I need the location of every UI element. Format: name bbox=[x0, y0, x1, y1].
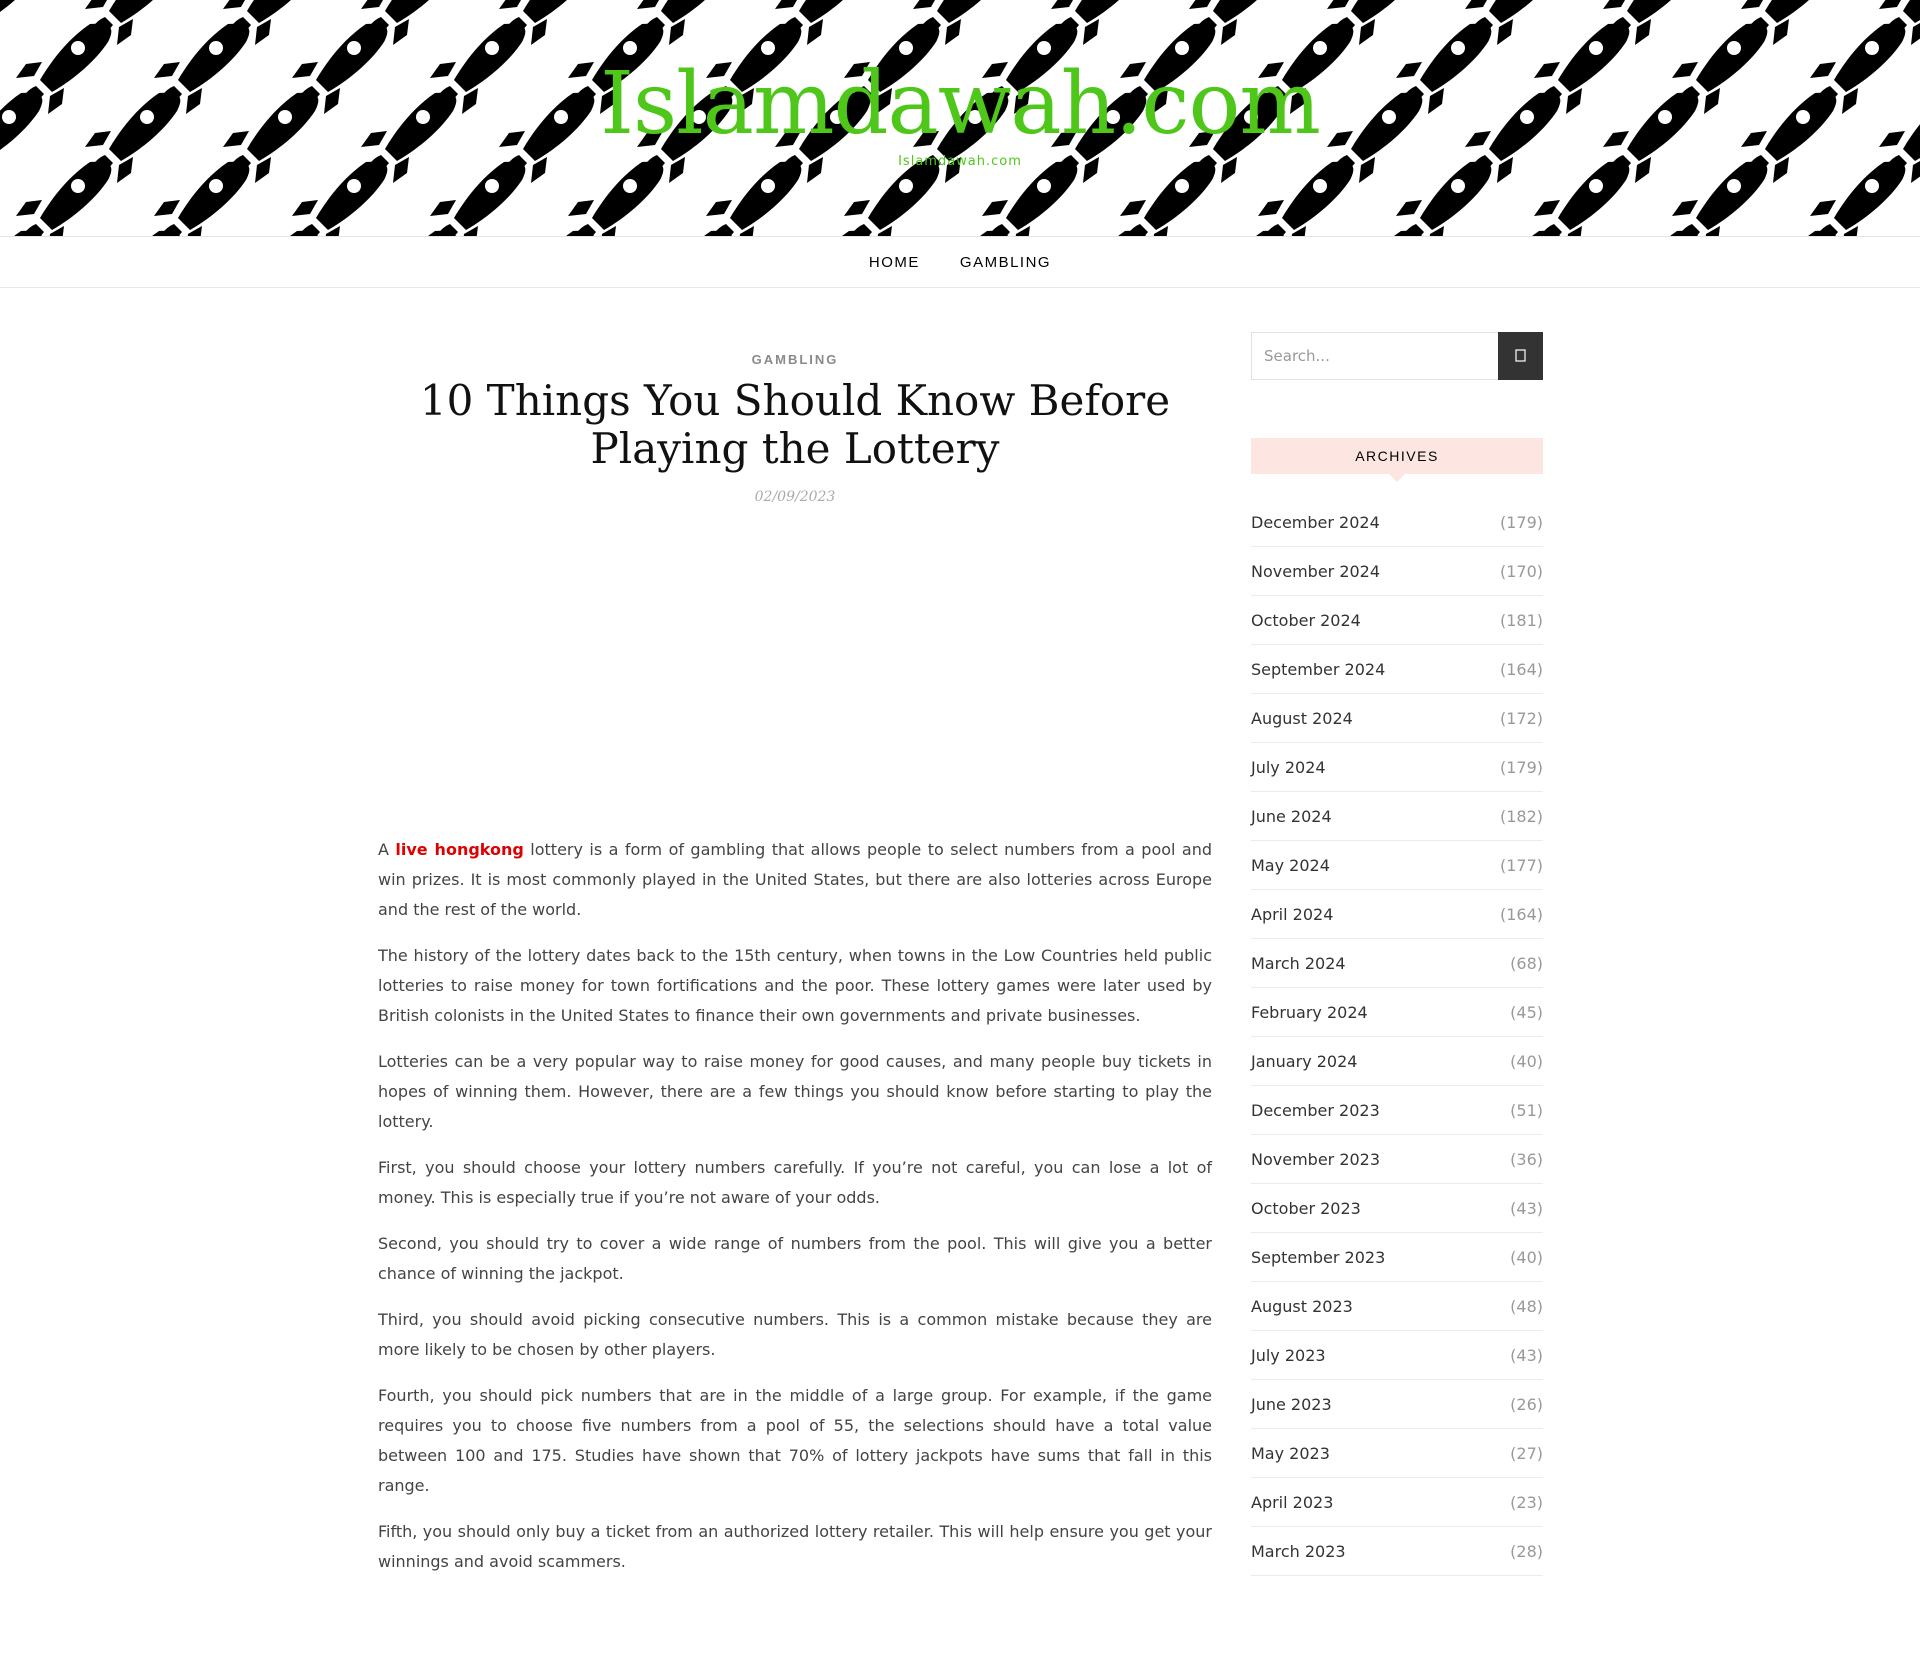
search-form: Search... bbox=[1251, 332, 1543, 380]
archive-item[interactable]: April 2024 (164) bbox=[1251, 890, 1543, 939]
archive-item[interactable]: September 2024 (164) bbox=[1251, 645, 1543, 694]
search-button[interactable] bbox=[1498, 332, 1543, 380]
archive-count: (179) bbox=[1499, 757, 1543, 777]
post-paragraph: First, you should choose your lottery nu… bbox=[378, 1158, 1212, 1207]
archive-item[interactable]: July 2023 (43) bbox=[1251, 1331, 1543, 1380]
archive-item[interactable]: April 2023 (23) bbox=[1251, 1478, 1543, 1527]
archive-count: (48) bbox=[1510, 1296, 1543, 1316]
archive-item[interactable]: May 2024 (177) bbox=[1251, 841, 1543, 890]
archive-month[interactable]: January 2024 bbox=[1251, 1052, 1357, 1071]
archive-count: (51) bbox=[1510, 1100, 1543, 1120]
archive-month[interactable]: June 2023 bbox=[1251, 1395, 1332, 1414]
archive-count: (43) bbox=[1510, 1198, 1543, 1218]
archive-count: (170) bbox=[1499, 561, 1543, 581]
archive-count: (27) bbox=[1510, 1443, 1543, 1463]
archive-item[interactable]: January 2024 (40) bbox=[1251, 1037, 1543, 1086]
archive-month[interactable]: September 2024 bbox=[1251, 660, 1385, 679]
archive-count: (68) bbox=[1510, 953, 1543, 973]
archive-item[interactable]: October 2023 (43) bbox=[1251, 1184, 1543, 1233]
archive-month[interactable]: March 2023 bbox=[1251, 1542, 1346, 1561]
post-date: 02/09/2023 bbox=[754, 489, 836, 505]
post-category[interactable]: GAMBLING bbox=[378, 352, 1212, 367]
live-hongkong-link[interactable]: live hongkong bbox=[395, 840, 523, 859]
archive-count: (40) bbox=[1510, 1051, 1543, 1071]
post-paragraph: Fifth, you should only buy a ticket from… bbox=[378, 1522, 1212, 1571]
archive-month[interactable]: September 2023 bbox=[1251, 1248, 1385, 1267]
ad-placeholder bbox=[378, 505, 1212, 835]
archive-month[interactable]: August 2024 bbox=[1251, 709, 1353, 728]
nav-item-gambling[interactable]: GAMBLING bbox=[960, 254, 1051, 271]
main-content: GAMBLING 10 Things You Should Know Befor… bbox=[378, 332, 1212, 1593]
post-paragraph: A live hongkong lottery is a form of gam… bbox=[378, 835, 1212, 925]
archive-month[interactable]: April 2024 bbox=[1251, 905, 1333, 924]
site-header: Islamdawah.com Islamdawah.com bbox=[0, 0, 1920, 237]
post-paragraph: Lotteries can be a very popular way to r… bbox=[378, 1052, 1212, 1131]
archive-count: (26) bbox=[1510, 1394, 1543, 1414]
archive-count: (179) bbox=[1499, 512, 1543, 532]
archive-item[interactable]: July 2024 (179) bbox=[1251, 743, 1543, 792]
site-title[interactable]: Islamdawah.com bbox=[0, 56, 1920, 152]
archive-month[interactable]: June 2024 bbox=[1251, 807, 1332, 826]
post-paragraph: Fourth, you should pick numbers that are… bbox=[378, 1386, 1212, 1495]
archive-month[interactable]: October 2023 bbox=[1251, 1199, 1361, 1218]
archive-count: (40) bbox=[1510, 1247, 1543, 1267]
archive-item[interactable]: May 2023 (27) bbox=[1251, 1429, 1543, 1478]
archive-month[interactable]: November 2023 bbox=[1251, 1150, 1380, 1169]
archive-month[interactable]: November 2024 bbox=[1251, 562, 1380, 581]
archive-item[interactable]: March 2023 (28) bbox=[1251, 1527, 1543, 1576]
post-body: A live hongkong lottery is a form of gam… bbox=[378, 835, 1212, 1577]
archive-item[interactable]: August 2024 (172) bbox=[1251, 694, 1543, 743]
site-branding: Islamdawah.com Islamdawah.com bbox=[0, 56, 1920, 169]
archive-count: (164) bbox=[1499, 659, 1543, 679]
post-paragraph: Second, you should try to cover a wide r… bbox=[378, 1234, 1212, 1283]
archive-count: (164) bbox=[1499, 904, 1543, 924]
sidebar: Search... ARCHIVES December 2024 (179) No… bbox=[1251, 332, 1543, 1576]
archive-month[interactable]: April 2023 bbox=[1251, 1493, 1333, 1512]
archive-month[interactable]: December 2024 bbox=[1251, 513, 1380, 532]
archive-item[interactable]: December 2024 (179) bbox=[1251, 498, 1543, 547]
archive-month[interactable]: July 2023 bbox=[1251, 1346, 1326, 1365]
post-title: 10 Things You Should Know Before Playing… bbox=[419, 376, 1171, 473]
archive-count: (36) bbox=[1510, 1149, 1543, 1169]
archive-count: (28) bbox=[1510, 1541, 1543, 1561]
archive-item[interactable]: October 2024 (181) bbox=[1251, 596, 1543, 645]
post-paragraph: The history of the lottery dates back to… bbox=[378, 946, 1212, 1025]
archive-count: (43) bbox=[1510, 1345, 1543, 1365]
search-icon bbox=[1514, 349, 1526, 362]
archive-count: (172) bbox=[1499, 708, 1543, 728]
archive-item[interactable]: June 2023 (26) bbox=[1251, 1380, 1543, 1429]
archive-month[interactable]: December 2023 bbox=[1251, 1101, 1380, 1120]
site-tagline: Islamdawah.com bbox=[898, 154, 1022, 169]
archive-count: (182) bbox=[1499, 806, 1543, 826]
archive-item[interactable]: February 2024 (45) bbox=[1251, 988, 1543, 1037]
nav-item-home[interactable]: HOME bbox=[869, 254, 920, 271]
archive-item[interactable]: November 2024 (170) bbox=[1251, 547, 1543, 596]
archive-item[interactable]: June 2024 (182) bbox=[1251, 792, 1543, 841]
archive-month[interactable]: May 2023 bbox=[1251, 1444, 1330, 1463]
archive-month[interactable]: October 2024 bbox=[1251, 611, 1361, 630]
archive-item[interactable]: November 2023 (36) bbox=[1251, 1135, 1543, 1184]
archive-count: (23) bbox=[1510, 1492, 1543, 1512]
archive-month[interactable]: March 2024 bbox=[1251, 954, 1346, 973]
archives-title: ARCHIVES bbox=[1251, 438, 1543, 482]
intro-prefix: A bbox=[378, 840, 389, 859]
archive-item[interactable]: August 2023 (48) bbox=[1251, 1282, 1543, 1331]
archive-month[interactable]: February 2024 bbox=[1251, 1003, 1368, 1022]
post-paragraph: Third, you should avoid picking consecut… bbox=[378, 1310, 1212, 1359]
archive-item[interactable]: September 2023 (40) bbox=[1251, 1233, 1543, 1282]
search-input[interactable]: Search... bbox=[1251, 332, 1498, 380]
archive-item[interactable]: March 2024 (68) bbox=[1251, 939, 1543, 988]
archive-month[interactable]: August 2023 bbox=[1251, 1297, 1353, 1316]
archive-count: (45) bbox=[1510, 1002, 1543, 1022]
archive-count: (181) bbox=[1499, 610, 1543, 630]
archive-item[interactable]: December 2023 (51) bbox=[1251, 1086, 1543, 1135]
archives-list: December 2024 (179) November 2024 (170) Oc… bbox=[1251, 498, 1543, 1576]
main-navigation: HOME GAMBLING bbox=[0, 237, 1920, 288]
archive-month[interactable]: May 2024 bbox=[1251, 856, 1330, 875]
archive-count: (177) bbox=[1499, 855, 1543, 875]
archive-month[interactable]: July 2024 bbox=[1251, 758, 1326, 777]
